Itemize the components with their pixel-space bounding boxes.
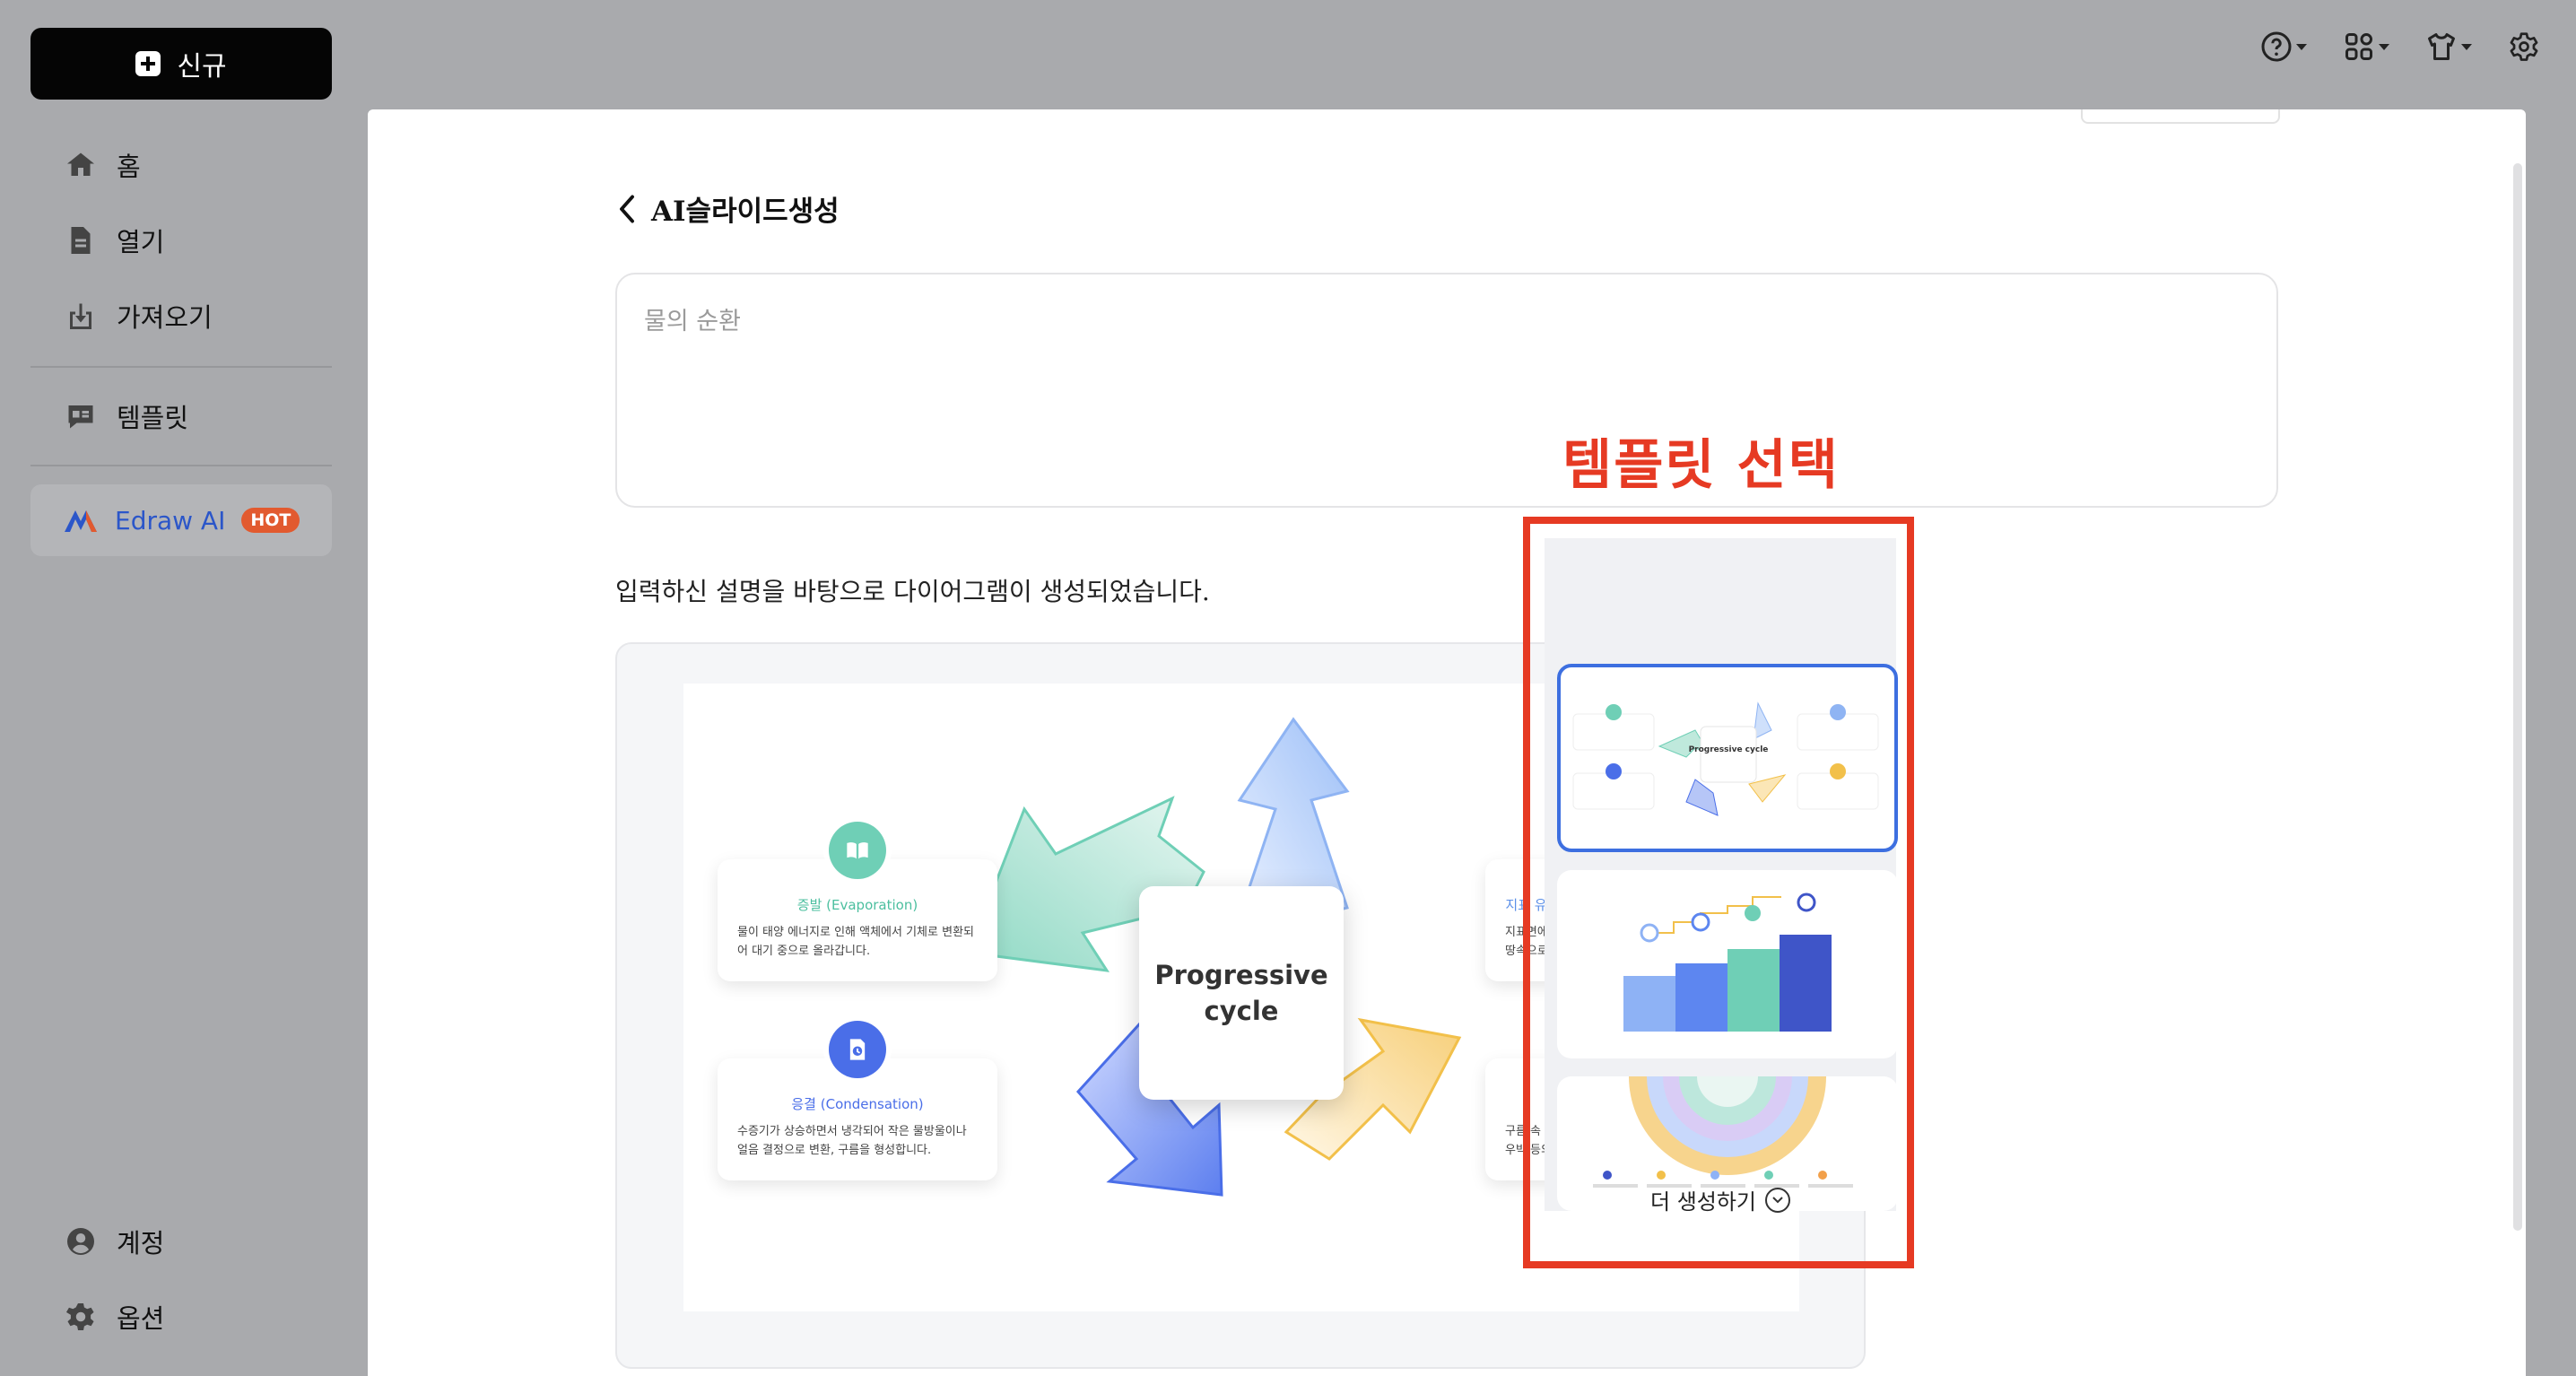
sidebar-item-import[interactable]: 가져오기 [30,289,332,343]
sidebar-item-label: 옵션 [117,1303,165,1334]
theme-shirt-icon [2428,33,2455,60]
import-icon [70,303,91,329]
plus-icon [135,51,161,76]
chevron-left-icon [620,195,634,222]
card-title: 응결 (Condensation) [791,1096,924,1112]
template-select-title: 템플릿 선택 [1562,434,1840,497]
theme-menu-button[interactable] [2425,30,2472,63]
help-menu-button[interactable] [2260,30,2307,63]
result-message: 입력하신 설명을 바탕으로 다이어그램이 생성되었습니다. [615,577,1210,606]
main-panel: AI슬라이드생성 물의 순환 입력하신 설명을 바탕으로 다이어그램이 생성되었… [368,109,2526,1376]
template-icon [68,405,93,429]
edraw-ai-label: Edraw AI [115,505,226,536]
sidebar-item-open[interactable]: 열기 [30,213,332,267]
gear-icon [2510,32,2538,61]
generate-more-label: 더 생성하기 [1649,1189,1757,1215]
card-desc: 물이 태양 에너지로 인해 액체에서 기체로 변환되어 대기 중으로 올라갑니다… [737,926,974,958]
sidebar-item-edraw-ai[interactable]: Edraw AI HOT [30,484,332,556]
account-icon [67,1228,94,1255]
new-button-label: 신규 [177,51,227,83]
help-icon [2261,31,2292,62]
generate-more-button[interactable]: 더 생성하기 [1545,1184,1896,1215]
sidebar-divider [30,465,332,466]
sidebar-item-label: 템플릿 [117,403,189,433]
vertical-scrollbar[interactable] [2513,163,2522,1231]
sidebar-item-label: 열기 [117,227,165,257]
sidebar-item-templates[interactable]: 템플릿 [30,389,332,443]
settings-icon [65,1303,94,1330]
sidebar-item-label: 홈 [117,152,141,182]
new-button[interactable]: 신규 [30,28,332,100]
sidebar-item-label: 계정 [117,1228,165,1258]
page-title: AI슬라이드생성 [651,196,840,228]
book-icon [829,822,886,879]
edraw-ai-logo-icon [65,510,97,532]
chevron-down-icon [1765,1187,1791,1213]
sidebar-divider [30,366,332,368]
diagram-center: Progressive cycle [1139,886,1344,1100]
card-desc: 수증기가 상승하면서 냉각되어 작은 물방울이나 얼음 결정으로 변환, 구름을… [737,1125,967,1157]
top-toolbar [2260,30,2540,63]
prompt-placeholder: 물의 순환 [644,308,741,335]
apps-icon [2345,33,2372,60]
home-icon [67,152,94,176]
chevron-down-icon [2296,43,2307,50]
apps-menu-button[interactable] [2343,30,2389,63]
card-title: 증발 (Evaporation) [796,897,918,913]
settings-button[interactable] [2508,30,2540,63]
hot-badge: HOT [241,508,300,533]
back-button[interactable]: AI슬라이드생성 [615,188,840,229]
chevron-down-icon [2461,43,2472,50]
prompt-input[interactable]: 물의 순환 [615,273,2278,508]
top-control-partial [2081,109,2280,124]
file-icon [71,227,91,254]
sidebar-item-options[interactable]: 옵션 [30,1290,332,1344]
chevron-down-icon [2379,43,2389,50]
sidebar-item-account[interactable]: 계정 [30,1215,332,1268]
document-clock-icon [829,1021,886,1078]
sidebar-item-home[interactable]: 홈 [30,138,332,192]
sidebar-item-label: 가져오기 [117,302,213,333]
template-select-highlight [1523,517,1914,1268]
